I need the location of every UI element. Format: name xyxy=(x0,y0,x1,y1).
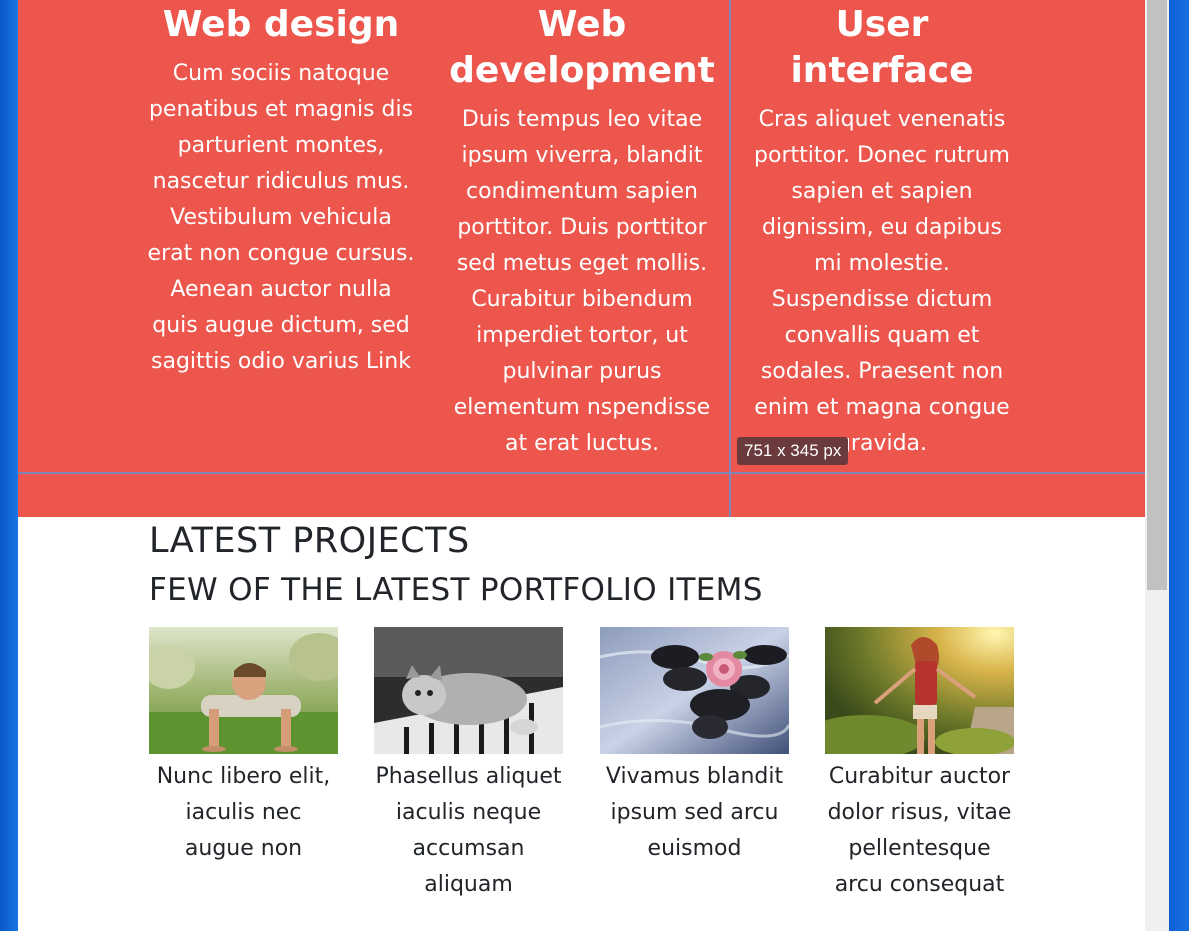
vertical-scrollbar[interactable] xyxy=(1145,0,1169,931)
projects-heading: LATEST PROJECTS xyxy=(149,521,470,561)
portfolio-caption: Curabitur auctor dolor risus, vitae pell… xyxy=(827,764,1012,897)
service-web-design: Web design Cum sociis natoque penatibus … xyxy=(146,0,416,380)
scrollbar-thumb[interactable] xyxy=(1147,0,1167,590)
portfolio-caption: Phasellus aliquet iaculis neque accumsan… xyxy=(375,764,562,897)
desktop-background-left xyxy=(0,0,18,931)
service-description: Cum sociis natoque penatibus et magnis d… xyxy=(147,61,415,374)
portfolio-item[interactable]: Nunc libero elit, iaculis nec augue non xyxy=(149,627,338,867)
service-web-development: Web development Duis tempus leo vitae ip… xyxy=(447,0,717,462)
portfolio-item[interactable]: Phasellus aliquet iaculis neque accumsan… xyxy=(374,627,563,903)
projects-subheading: FEW OF THE LATEST PORTFOLIO ITEMS xyxy=(149,572,763,608)
portfolio-grid: Nunc libero elit, iaculis nec augue non xyxy=(149,627,1049,927)
desktop-background-right xyxy=(1169,0,1189,931)
portfolio-caption: Vivamus blandit ipsum sed arcu euismod xyxy=(605,764,784,861)
browser-page: Web design Cum sociis natoque penatibus … xyxy=(18,0,1145,931)
element-size-tooltip: 751 x 345 px xyxy=(737,437,849,465)
rose-on-stones-photo[interactable] xyxy=(600,627,789,754)
service-title: Web design xyxy=(162,4,400,45)
layout-guide-vertical xyxy=(729,0,731,517)
man-doing-pushups-photo[interactable] xyxy=(149,627,338,754)
portfolio-caption: Nunc libero elit, iaculis nec augue non xyxy=(156,764,331,861)
portfolio-item[interactable]: Curabitur auctor dolor risus, vitae pell… xyxy=(825,627,1014,903)
latest-projects-section: LATEST PROJECTS FEW OF THE LATEST PORTFO… xyxy=(149,518,1049,897)
portfolio-item[interactable]: Vivamus blandit ipsum sed arcu euismod xyxy=(600,627,789,867)
service-title: User interface xyxy=(790,4,974,91)
service-description: Duis tempus leo vitae ipsum viverra, bla… xyxy=(453,107,711,456)
services-section: Web design Cum sociis natoque penatibus … xyxy=(18,0,1145,517)
woman-in-sunlight-photo[interactable] xyxy=(825,627,1014,754)
service-user-interface: User interface Cras aliquet venenatis po… xyxy=(747,0,1017,462)
kitten-on-piano-photo[interactable] xyxy=(374,627,563,754)
service-title: Web development xyxy=(449,4,715,91)
layout-guide-horizontal xyxy=(18,472,1145,474)
service-description: Cras aliquet venenatis porttitor. Donec … xyxy=(754,107,1010,456)
